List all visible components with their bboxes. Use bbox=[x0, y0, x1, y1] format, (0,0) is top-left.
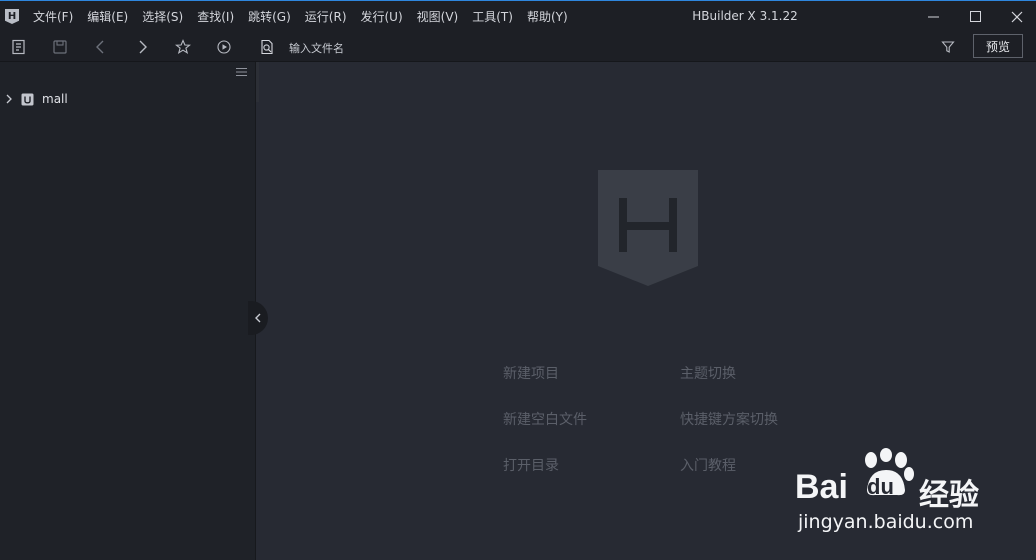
watermark-suffix: 经验 bbox=[919, 478, 979, 513]
app-logo-icon: H bbox=[5, 9, 19, 24]
menu-select[interactable]: 选择(S) bbox=[135, 8, 190, 25]
chevron-right-icon[interactable] bbox=[3, 93, 15, 105]
theme-switch-link[interactable]: 主题切换 bbox=[680, 363, 736, 383]
keymap-switch-link[interactable]: 快捷键方案切换 bbox=[680, 409, 778, 429]
menu-file[interactable]: 文件(F) bbox=[29, 8, 80, 25]
watermark-brand: Bai bbox=[795, 468, 848, 506]
open-folder-link[interactable]: 打开目录 bbox=[503, 455, 559, 475]
forward-icon[interactable] bbox=[132, 37, 152, 57]
close-button[interactable] bbox=[994, 1, 1036, 32]
new-project-link[interactable]: 新建项目 bbox=[503, 363, 559, 383]
file-search-input[interactable] bbox=[287, 37, 591, 59]
window-title: HBuilder X 3.1.22 bbox=[692, 9, 798, 23]
toolbar: 预览 bbox=[0, 32, 1036, 62]
filter-icon[interactable] bbox=[938, 37, 958, 57]
back-icon[interactable] bbox=[91, 37, 111, 57]
project-explorer: mall bbox=[0, 62, 256, 560]
menu-goto[interactable]: 跳转(G) bbox=[241, 8, 298, 25]
project-name: mall bbox=[42, 92, 68, 106]
hamburger-menu-icon[interactable] bbox=[236, 67, 247, 77]
menu-bar: 文件(F) 编辑(E) 选择(S) 查找(I) 跳转(G) 运行(R) 发行(U… bbox=[29, 1, 575, 32]
getting-started-link[interactable]: 入门教程 bbox=[680, 455, 736, 475]
menu-view[interactable]: 视图(V) bbox=[410, 8, 466, 25]
collapse-sidebar-button[interactable] bbox=[248, 301, 268, 335]
menu-publish[interactable]: 发行(U) bbox=[354, 8, 410, 25]
menu-run[interactable]: 运行(R) bbox=[298, 8, 354, 25]
title-bar: H 文件(F) 编辑(E) 选择(S) 查找(I) 跳转(G) 运行(R) 发行… bbox=[0, 0, 1036, 32]
menu-help[interactable]: 帮助(Y) bbox=[520, 8, 575, 25]
watermark-url: jingyan.baidu.com bbox=[798, 511, 974, 533]
new-blank-file-link[interactable]: 新建空白文件 bbox=[503, 409, 587, 429]
maximize-button[interactable] bbox=[952, 1, 998, 32]
file-search-icon[interactable] bbox=[257, 37, 277, 57]
menu-tools[interactable]: 工具(T) bbox=[465, 8, 520, 25]
hbuilder-logo-icon bbox=[598, 170, 698, 286]
chevron-left-icon bbox=[255, 313, 261, 323]
save-icon[interactable] bbox=[50, 37, 70, 57]
project-tree-item-mall[interactable]: mall bbox=[0, 90, 68, 108]
menu-edit[interactable]: 编辑(E) bbox=[80, 8, 135, 25]
panel-splitter[interactable] bbox=[256, 62, 259, 102]
run-icon[interactable] bbox=[214, 37, 234, 57]
maximize-icon bbox=[969, 11, 981, 22]
uniapp-project-icon bbox=[21, 93, 34, 105]
close-icon bbox=[1011, 11, 1023, 22]
new-file-icon[interactable] bbox=[9, 37, 29, 57]
watermark-brand-du: du bbox=[867, 474, 894, 499]
baidu-jingyan-watermark: Bai du 经验 jingyan.baidu.com bbox=[795, 448, 1031, 540]
hbuilderx-window: H 文件(F) 编辑(E) 选择(S) 查找(I) 跳转(G) 运行(R) 发行… bbox=[0, 0, 1036, 560]
menu-find[interactable]: 查找(I) bbox=[190, 8, 241, 25]
preview-button[interactable]: 预览 bbox=[973, 34, 1023, 58]
star-icon[interactable] bbox=[173, 37, 193, 57]
minimize-icon bbox=[927, 16, 939, 18]
minimize-button[interactable] bbox=[910, 1, 956, 32]
